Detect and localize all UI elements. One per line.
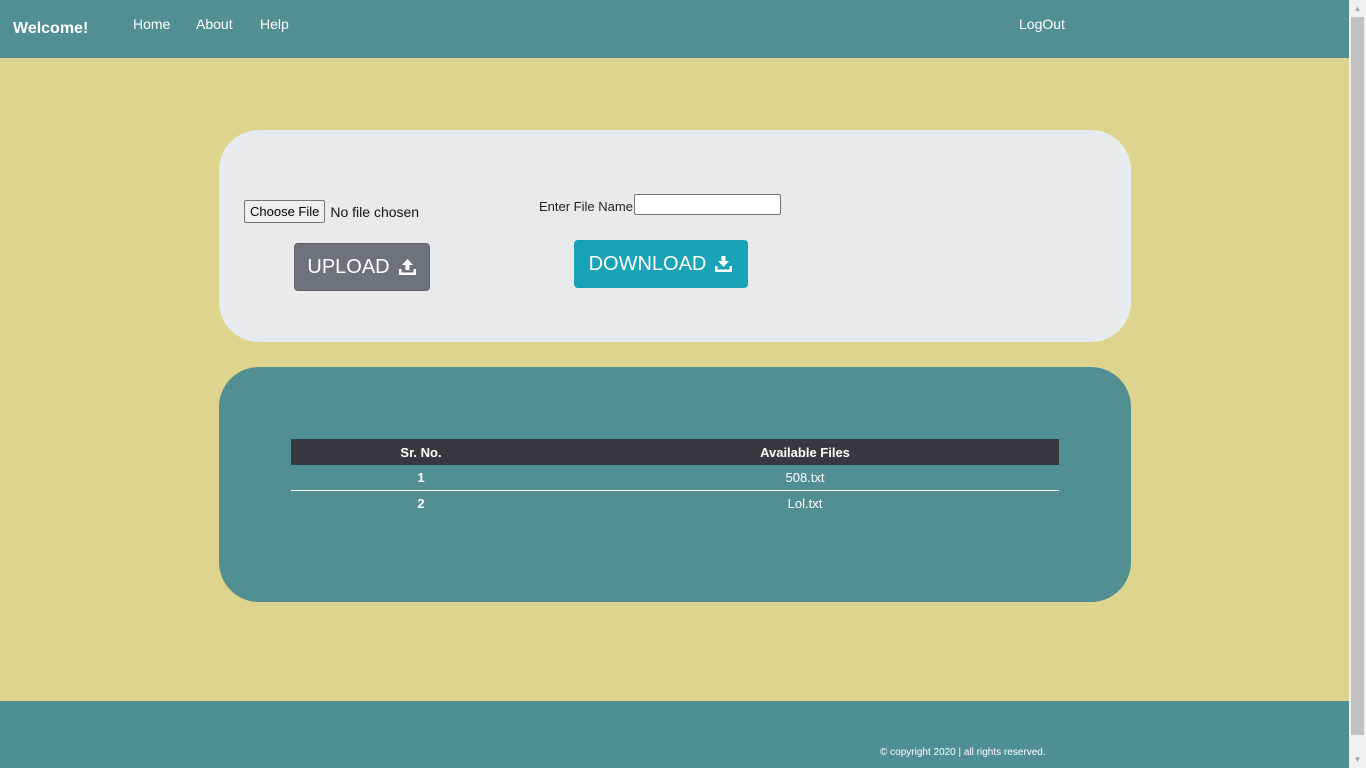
scrollbar-thumb[interactable] — [1351, 17, 1364, 735]
table-row: 1 508.txt — [291, 465, 1059, 491]
upload-button-label: UPLOAD — [307, 255, 390, 278]
files-table: Sr. No. Available Files 1 508.txt 2 Lol.… — [291, 439, 1059, 516]
column-header-number: Sr. No. — [291, 439, 551, 465]
upload-icon — [398, 259, 416, 275]
choose-file-button[interactable]: Choose File — [244, 200, 326, 223]
scroll-up-arrow-icon[interactable]: ▲ — [1349, 0, 1366, 17]
footer: © copyright 2020 | all rights reserved. — [0, 701, 1349, 768]
download-button[interactable]: DOWNLOAD — [574, 240, 748, 288]
download-icon — [715, 256, 733, 272]
file-name-label: Enter File Name: — [539, 199, 637, 214]
file-status: No file chosen — [330, 203, 420, 220]
navbar: Welcome! Home About Help LogOut — [0, 0, 1349, 58]
upload-download-card: Choose File No file chosen UPLOAD Enter … — [219, 130, 1131, 342]
table-header-row: Sr. No. Available Files — [291, 439, 1059, 465]
vertical-scrollbar[interactable]: ▲ ▼ — [1349, 0, 1366, 768]
copyright-text: © copyright 2020 | all rights reserved. — [880, 747, 1046, 758]
row-number: 2 — [417, 496, 425, 511]
files-card: Sr. No. Available Files 1 508.txt 2 Lol.… — [219, 367, 1131, 602]
file-input: Choose File No file chosen — [244, 200, 419, 223]
nav-link-help[interactable]: Help — [260, 16, 289, 32]
nav-link-home[interactable]: Home — [133, 16, 170, 32]
column-header-files: Available Files — [551, 439, 1059, 465]
upload-button[interactable]: UPLOAD — [294, 243, 430, 291]
file-name-input[interactable] — [634, 194, 781, 215]
nav-link-about[interactable]: About — [196, 16, 233, 32]
download-button-label: DOWNLOAD — [588, 252, 707, 275]
row-number: 1 — [291, 465, 551, 491]
file-name: Lol.txt — [787, 496, 823, 511]
file-name: 508.txt — [551, 465, 1059, 491]
table-row: 2 Lol.txt — [291, 491, 1059, 517]
logout-link[interactable]: LogOut — [1019, 16, 1065, 32]
scroll-down-arrow-icon[interactable]: ▼ — [1349, 751, 1366, 768]
brand-title: Welcome! — [13, 20, 89, 37]
